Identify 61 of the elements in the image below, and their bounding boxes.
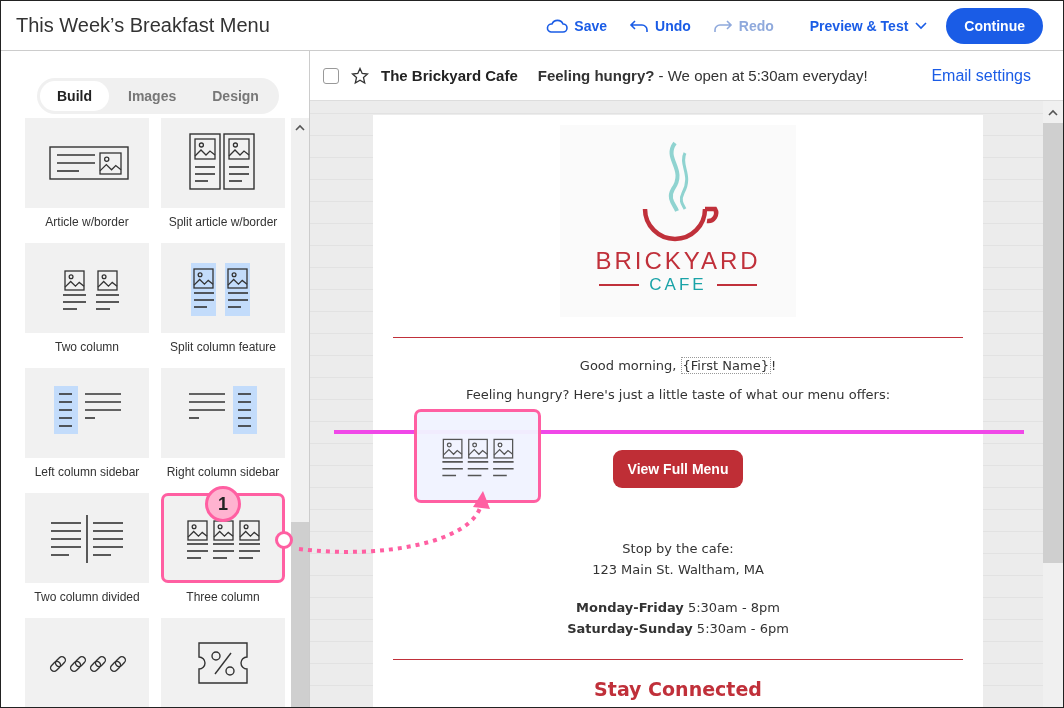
layout-icon: [441, 438, 515, 477]
article-border-layout-icon: [49, 146, 129, 180]
page-title: This Week’s Breakfast Menu: [16, 14, 270, 37]
cloud-icon: [546, 17, 569, 34]
layout-block-label: Two column: [55, 340, 119, 354]
stay-connected-heading: Stay Connected: [593, 678, 763, 700]
scrollbar-thumb[interactable]: [291, 522, 309, 707]
split-article-border-layout-icon: [189, 133, 255, 190]
layout-block-label: Split column feature: [169, 340, 277, 354]
coupon-layout-icon: [198, 642, 248, 684]
right-column-sidebar-layout-icon: [188, 386, 257, 434]
two-column-layout-icon: [62, 270, 120, 310]
scroll-up-icon[interactable]: [1048, 109, 1058, 117]
undo-icon: [629, 17, 649, 34]
greeting-text: Good morning, {First Name}!: [578, 358, 778, 373]
sidebar-tab[interactable]: Build: [40, 81, 109, 111]
layout-block-tile[interactable]: [25, 493, 149, 583]
layout-block-tile[interactable]: [25, 118, 149, 208]
layout-block-tile[interactable]: [161, 368, 285, 458]
layout-block-tile[interactable]: [25, 368, 149, 458]
save-button[interactable]: Save: [538, 13, 615, 38]
step-number-badge: 1: [205, 486, 241, 522]
layout-block-label: Right column sidebar: [166, 465, 280, 479]
layout-block-tile[interactable]: [25, 243, 149, 333]
undo-button[interactable]: Undo: [621, 13, 699, 38]
sidebar-tab[interactable]: Design: [195, 81, 276, 111]
continue-button[interactable]: Continue: [946, 7, 1043, 44]
layout-block-label: Left column sidebar: [34, 465, 140, 479]
caret-icon: [914, 20, 929, 31]
layout-block-tile[interactable]: [161, 618, 285, 707]
layout-block-label: Article w/border: [45, 215, 129, 229]
hours-line: Saturday-Sunday 5:30am - 6pm: [566, 620, 790, 638]
preview-test-dropdown[interactable]: Preview & Test: [801, 13, 937, 38]
scrollbar-thumb[interactable]: [1043, 123, 1063, 563]
star-icon[interactable]: [351, 66, 369, 85]
address-line: Stop by the cafe:: [621, 540, 735, 558]
layout-block-label: Three column: [186, 590, 260, 604]
select-checkbox[interactable]: [323, 67, 339, 84]
view-menu-button[interactable]: View Full Menu: [612, 450, 744, 488]
scroll-up-icon[interactable]: [295, 124, 305, 132]
layout-block-label: Split article w/border: [168, 215, 278, 229]
address-line: 123 Main St. Waltham, MA: [591, 561, 765, 579]
links-layout-icon: [48, 654, 128, 674]
two-column-divided-layout-icon: [50, 514, 124, 564]
layout-block-label: Two column divided: [34, 590, 140, 604]
layout-block-tile[interactable]: [161, 118, 285, 208]
three-column-layout-icon: [186, 520, 261, 559]
redo-icon: [712, 17, 733, 34]
layout-block-tile[interactable]: [25, 618, 149, 707]
split-column-feature-layout-icon: [191, 263, 250, 316]
layout-block-tile[interactable]: [161, 493, 285, 583]
hours-line: Monday-Friday 5:30am - 8pm: [575, 599, 781, 617]
layout-block-tile[interactable]: [161, 243, 285, 333]
logo-tagline: CAFE: [599, 275, 757, 295]
subject-line: Feeling hungry? - We open at 5:30am everyday!: [537, 67, 868, 84]
intro-text: Feeling hungry? Here's just a little taste of what our menu offers:: [464, 387, 892, 402]
sender-name: The Brickyard Cafe: [381, 67, 518, 84]
sidebar-tab[interactable]: Images: [111, 81, 194, 111]
email-settings-link[interactable]: Email settings: [931, 66, 1031, 85]
left-column-sidebar-layout-icon: [54, 386, 122, 434]
logo-wordmark: BRICKYARD: [595, 247, 761, 275]
